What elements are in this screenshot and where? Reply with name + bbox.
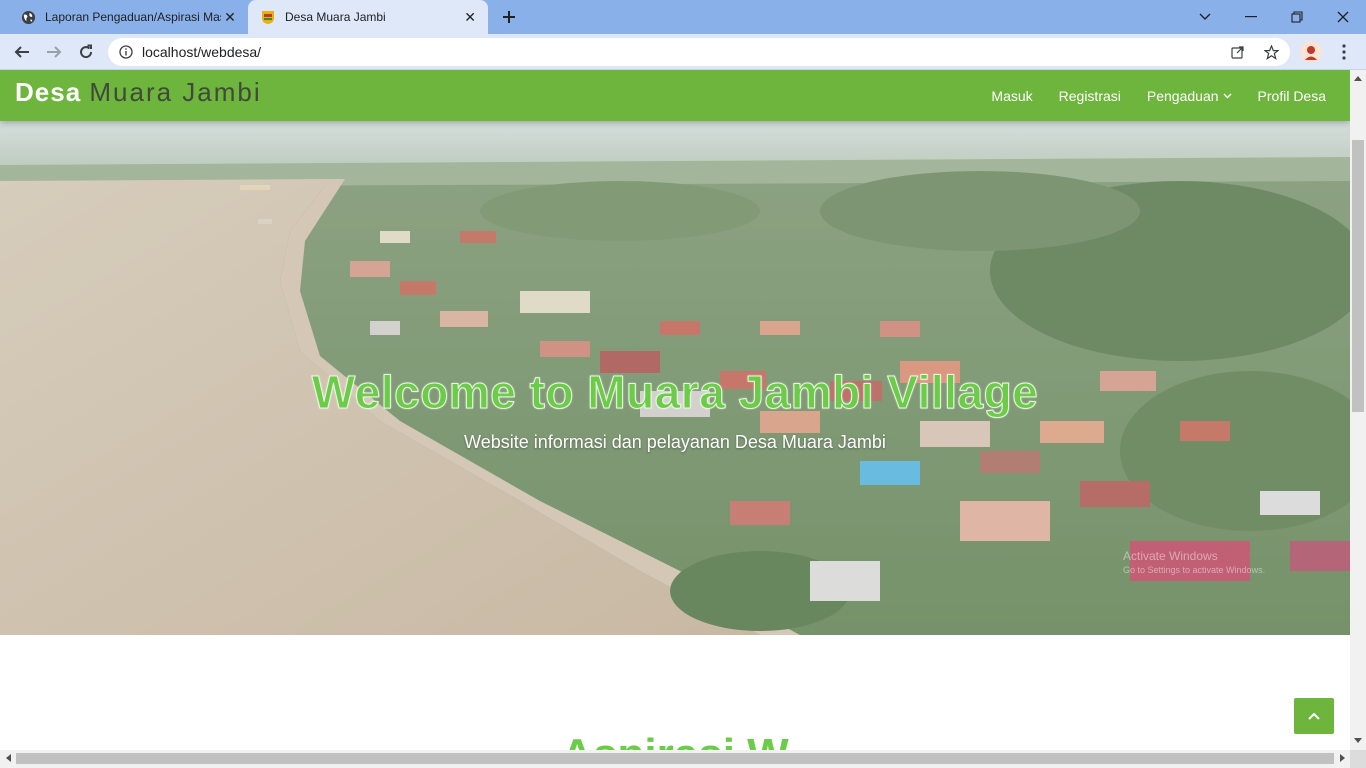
watermark-line-1: Activate Windows <box>1123 549 1218 563</box>
site-navbar: Desa Muara Jambi Masuk Registrasi Pengad… <box>0 70 1350 121</box>
hero-banner: Welcome to Muara Jambi Village Website i… <box>0 121 1350 635</box>
close-window-icon[interactable] <box>1320 0 1366 34</box>
info-icon[interactable] <box>119 45 133 59</box>
minimize-icon[interactable] <box>1228 0 1274 34</box>
site-brand[interactable]: Desa Muara Jambi <box>15 77 262 108</box>
reload-icon[interactable] <box>72 38 100 66</box>
scroll-left-arrow-icon[interactable] <box>4 754 12 762</box>
back-to-top-button[interactable] <box>1294 698 1334 734</box>
chevron-down-icon <box>1223 93 1232 99</box>
scrollbar-corner <box>1350 750 1366 768</box>
share-icon[interactable] <box>1230 44 1246 60</box>
brand-bold: Desa <box>15 77 82 107</box>
nav-complaints-dropdown[interactable]: Pengaduan <box>1147 88 1232 104</box>
scroll-right-arrow-icon[interactable] <box>1338 754 1346 762</box>
close-tab-icon[interactable]: ✕ <box>462 9 478 25</box>
restore-icon[interactable] <box>1274 0 1320 34</box>
bookmark-star-icon[interactable] <box>1263 44 1279 60</box>
section-heading: Aspirasi W <box>0 730 1350 750</box>
horizontal-scroll-thumb[interactable] <box>16 753 1334 764</box>
tab-title: Desa Muara Jambi <box>285 10 386 24</box>
nav-complaints-label: Pengaduan <box>1146 87 1219 104</box>
brand-rest: Muara Jambi <box>89 77 262 107</box>
hero-title: Welcome to Muara Jambi Village <box>311 366 1039 419</box>
browser-menu-icon[interactable] <box>1334 42 1354 62</box>
close-tab-icon[interactable]: ✕ <box>222 9 238 25</box>
forward-arrow-icon[interactable] <box>40 38 68 66</box>
vertical-scroll-thumb[interactable] <box>1352 140 1364 412</box>
tab-title: Laporan Pengaduan/Aspirasi Masyarakat <box>45 10 221 24</box>
address-bar[interactable]: localhost/webdesa/ <box>108 38 1290 66</box>
nav-village-profile-link[interactable]: Profil Desa <box>1258 88 1326 104</box>
scroll-down-arrow-icon[interactable] <box>1354 736 1362 744</box>
tab-desa-muara-jambi[interactable]: Desa Muara Jambi ✕ <box>248 0 488 34</box>
tab-strip: Laporan Pengaduan/Aspirasi Masyarakat ✕ … <box>0 0 1366 34</box>
site-logo-icon <box>260 9 276 25</box>
vertical-scrollbar[interactable] <box>1350 70 1366 750</box>
profile-avatar[interactable] <box>1300 41 1322 63</box>
nav-register-link[interactable]: Registrasi <box>1059 88 1121 104</box>
hero-subtitle: Website informasi dan pelayanan Desa Mua… <box>464 432 886 452</box>
main-menu: Masuk Registrasi Pengaduan Profil Desa <box>965 70 1326 121</box>
browser-toolbar: localhost/webdesa/ <box>0 34 1366 70</box>
tab-search-chevron-icon[interactable] <box>1182 0 1228 34</box>
scroll-up-arrow-icon[interactable] <box>1354 74 1362 82</box>
new-tab-button[interactable] <box>498 7 520 27</box>
nav-login-link[interactable]: Masuk <box>991 88 1032 104</box>
globe-icon <box>20 9 36 25</box>
back-arrow-icon[interactable] <box>8 38 36 66</box>
url-text: localhost/webdesa/ <box>142 44 262 60</box>
tab-laporan[interactable]: Laporan Pengaduan/Aspirasi Masyarakat ✕ <box>8 0 248 34</box>
windows-activation-watermark: Activate Windows Go to Settings to activ… <box>1123 549 1265 577</box>
page-viewport: Desa Muara Jambi Masuk Registrasi Pengad… <box>0 70 1350 750</box>
horizontal-scrollbar[interactable] <box>0 750 1350 768</box>
watermark-line-2: Go to Settings to activate Windows. <box>1123 565 1266 575</box>
